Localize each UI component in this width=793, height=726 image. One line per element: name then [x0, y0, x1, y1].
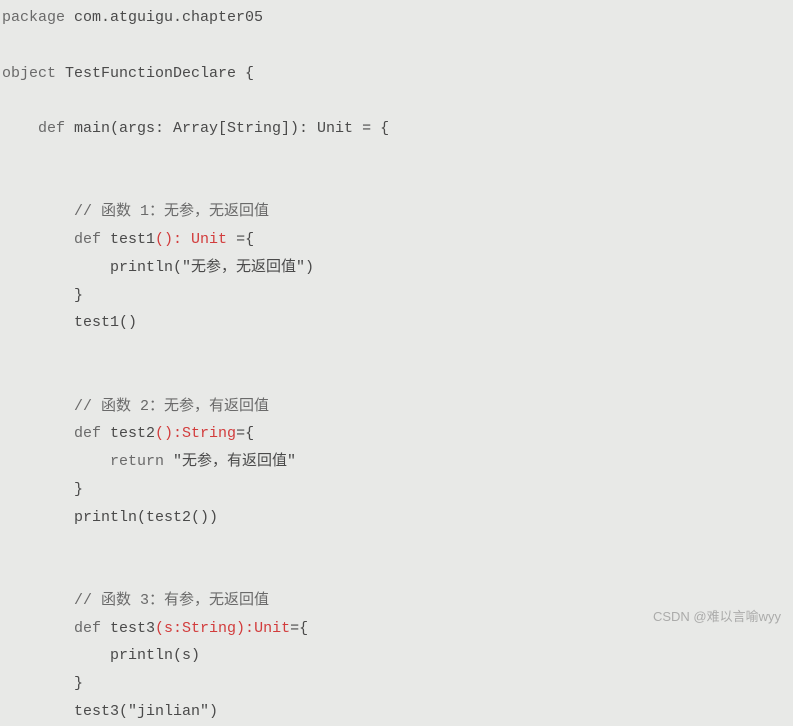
object-keyword: object [2, 65, 65, 82]
test3-arg: "jinlian" [128, 703, 209, 720]
test1-call: test1() [2, 314, 137, 331]
test1-close-paren: ) [305, 259, 314, 276]
test3-close-brace: } [2, 675, 83, 692]
def-keyword: def [2, 231, 110, 248]
test3-params: (s:String):Unit [155, 620, 290, 637]
test1-eq: ={ [236, 231, 254, 248]
test3-close-paren: ) [209, 703, 218, 720]
test2-params: ():String [155, 425, 236, 442]
main-signature: main(args: Array[String]): Unit = { [74, 120, 389, 137]
def-keyword: def [2, 620, 110, 637]
test1-println: println( [2, 259, 182, 276]
test3-name: test3 [110, 620, 155, 637]
test2-call: println(test2()) [2, 509, 218, 526]
test1-string: "无参，无返回值" [182, 259, 305, 276]
test3-call: test3( [2, 703, 128, 720]
test3-body: println(s) [2, 647, 200, 664]
test1-params: (): Unit [155, 231, 236, 248]
object-name: TestFunctionDeclare { [65, 65, 254, 82]
test2-string: "无参，有返回值" [173, 453, 296, 470]
def-keyword: def [2, 425, 110, 442]
watermark-text: CSDN @难以言喻wyy [653, 605, 781, 629]
test1-name: test1 [110, 231, 155, 248]
test3-eq: ={ [290, 620, 308, 637]
test2-name: test2 [110, 425, 155, 442]
test2-eq: ={ [236, 425, 254, 442]
package-name: com.atguigu.chapter05 [65, 9, 263, 26]
package-keyword: package [2, 9, 65, 26]
comment-1: // 函数 1：无参，无返回值 [2, 203, 269, 220]
test2-close-brace: } [2, 481, 83, 498]
return-keyword: return [2, 453, 173, 470]
def-keyword: def [2, 120, 74, 137]
comment-3: // 函数 3：有参，无返回值 [2, 592, 269, 609]
comment-2: // 函数 2：无参，有返回值 [2, 398, 269, 415]
test1-close-brace: } [2, 287, 83, 304]
